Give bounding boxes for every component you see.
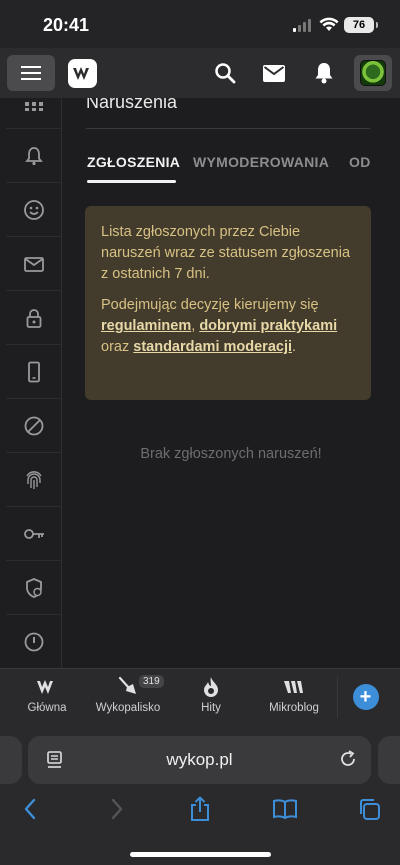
wykop-logo-icon — [72, 66, 89, 80]
nav-item-hity[interactable]: Hity — [171, 675, 251, 714]
notice-text-part: oraz — [101, 339, 134, 355]
status-bar: 20:41 76 — [0, 0, 400, 48]
sidebar-item-privacy[interactable] — [6, 452, 61, 506]
tabs-icon — [360, 799, 380, 820]
mikroblog-icon — [284, 681, 303, 693]
mail-icon — [24, 256, 44, 272]
link-dobre-praktyki[interactable]: dobrymi praktykami — [199, 318, 337, 334]
forward-button[interactable] — [104, 796, 130, 822]
hamburger-icon — [21, 66, 41, 80]
address-bar[interactable]: wykop.pl — [28, 736, 371, 784]
key-icon — [24, 528, 44, 539]
user-avatar-button[interactable] — [354, 55, 392, 91]
nav-label: Hity — [201, 702, 221, 714]
smiley-icon — [24, 199, 44, 220]
nav-label: Główna — [27, 702, 67, 714]
tab-wymoderowania[interactable]: WYMODEROWANIA — [193, 154, 329, 170]
next-tab-preview[interactable] — [378, 736, 400, 784]
sidebar-item-devices[interactable] — [6, 344, 61, 398]
search-icon — [215, 63, 236, 84]
info-notice: Lista zgłoszonych przez Ciebie naruszeń … — [85, 206, 371, 400]
grid-icon — [25, 102, 43, 111]
browser-toolbar: wykop.pl — [0, 724, 400, 865]
mail-icon — [263, 64, 285, 82]
bookmarks-button[interactable] — [272, 796, 298, 822]
plus-icon: + — [352, 684, 379, 710]
phone-icon — [28, 361, 40, 382]
nav-label: Wykopalisko — [95, 702, 161, 714]
sidebar — [0, 98, 62, 668]
nav-item-mikroblog[interactable]: Mikroblog — [254, 675, 334, 714]
sidebar-item-apps[interactable] — [6, 98, 61, 128]
chevron-right-icon — [111, 798, 123, 820]
url-text: wykop.pl — [166, 750, 233, 769]
sidebar-item-notifications[interactable] — [6, 128, 61, 182]
reload-icon[interactable] — [338, 749, 358, 769]
notice-text: Lista zgłoszonych przez Ciebie naruszeń … — [101, 224, 351, 282]
battery-indicator: 76 — [344, 17, 378, 33]
sidebar-item-emoticons[interactable] — [6, 182, 61, 236]
wifi-icon — [319, 17, 339, 31]
top-app-bar — [0, 48, 400, 98]
previous-tab-preview[interactable] — [0, 736, 22, 784]
shovel-icon — [118, 676, 136, 694]
sidebar-item-blocked[interactable] — [6, 398, 61, 452]
wykop-logo[interactable] — [68, 59, 97, 88]
home-indicator — [130, 852, 271, 857]
link-standardy-moderacji[interactable]: standardami moderacji — [133, 339, 292, 355]
nav-label: Mikroblog — [269, 702, 319, 714]
chevron-left-icon — [24, 798, 36, 820]
share-button[interactable] — [187, 796, 213, 822]
sidebar-item-info[interactable] — [6, 614, 61, 668]
search-button[interactable] — [213, 61, 237, 85]
hamburger-menu-button[interactable] — [7, 55, 55, 91]
notice-text-part: . — [292, 339, 297, 355]
info-icon — [24, 632, 44, 651]
book-icon — [273, 799, 297, 820]
tabs-button[interactable] — [356, 796, 382, 822]
messages-button[interactable] — [262, 61, 286, 85]
lock-icon — [26, 308, 42, 328]
avatar — [360, 60, 386, 86]
tab-zgloszenia[interactable]: ZGŁOSZENIA — [87, 154, 180, 170]
divider — [86, 128, 370, 129]
notice-rules-text: Podejmując decyzję kierujemy się regulam… — [101, 295, 355, 358]
sidebar-item-messages[interactable] — [6, 236, 61, 290]
sidebar-item-keys[interactable] — [6, 506, 61, 560]
flame-icon — [204, 677, 218, 697]
active-tab-indicator — [87, 180, 176, 183]
link-regulamin[interactable]: regulaminem — [101, 318, 191, 334]
add-content-button[interactable]: + — [337, 676, 393, 718]
tab-odwolania[interactable]: OD — [349, 154, 371, 170]
notifications-button[interactable] — [312, 61, 336, 85]
share-icon — [191, 796, 209, 821]
bell-icon — [25, 146, 43, 165]
cellular-signal-icon — [293, 19, 311, 32]
wykop-home-icon — [37, 680, 53, 694]
empty-state-message: Brak zgłoszonych naruszeń! — [140, 446, 322, 462]
shield-icon — [26, 577, 42, 598]
back-button[interactable] — [17, 796, 43, 822]
sidebar-item-security[interactable] — [6, 290, 61, 344]
sidebar-item-moderation[interactable] — [6, 560, 61, 614]
fingerprint-icon — [26, 470, 42, 489]
bell-icon — [315, 63, 333, 84]
block-icon — [24, 416, 44, 435]
status-time: 20:41 — [43, 15, 90, 35]
page-title: Naruszenia — [86, 98, 178, 112]
notice-text-part: Podejmując decyzję kierujemy się — [101, 297, 319, 313]
nav-item-wykopalisko[interactable]: 319 Wykopalisko — [88, 675, 168, 714]
main-content: Naruszenia ZGŁOSZENIA WYMODEROWANIA OD L… — [62, 98, 400, 668]
wykopalisko-count-badge: 319 — [139, 675, 164, 688]
nav-item-glowna[interactable]: Główna — [7, 675, 87, 714]
